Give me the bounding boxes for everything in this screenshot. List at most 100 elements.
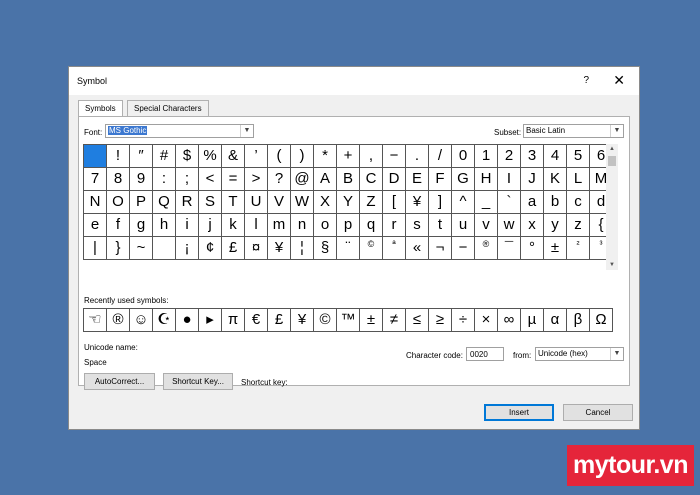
symbol-cell[interactable]: [153, 237, 176, 260]
symbol-cell[interactable]: ¥: [268, 237, 291, 260]
symbol-cell[interactable]: 1: [475, 145, 498, 168]
symbol-cell[interactable]: °: [521, 237, 544, 260]
symbol-cell[interactable]: ¦: [291, 237, 314, 260]
symbol-cell[interactable]: 0: [452, 145, 475, 168]
recent-symbol-cell[interactable]: £: [268, 309, 291, 332]
help-button[interactable]: ?: [583, 75, 589, 86]
recent-symbol-cell[interactable]: ™: [337, 309, 360, 332]
symbol-cell[interactable]: P: [130, 191, 153, 214]
symbol-cell[interactable]: O: [107, 191, 130, 214]
symbol-cell[interactable]: f: [107, 214, 130, 237]
symbol-cell[interactable]: k: [222, 214, 245, 237]
symbol-cell[interactable]: s: [406, 214, 429, 237]
symbol-cell[interactable]: 4: [544, 145, 567, 168]
symbol-cell[interactable]: 3: [521, 145, 544, 168]
symbol-cell[interactable]: :: [153, 168, 176, 191]
recent-symbol-cell[interactable]: ☺: [130, 309, 153, 332]
symbol-cell[interactable]: ©: [360, 237, 383, 260]
recent-symbol-cell[interactable]: π: [222, 309, 245, 332]
symbol-cell[interactable]: ″: [130, 145, 153, 168]
symbol-cell[interactable]: ,: [360, 145, 383, 168]
symbol-cell[interactable]: t: [429, 214, 452, 237]
character-code-input[interactable]: [466, 347, 504, 361]
symbol-cell[interactable]: h: [153, 214, 176, 237]
recent-symbol-cell[interactable]: ≠: [383, 309, 406, 332]
symbol-cell[interactable]: b: [544, 191, 567, 214]
symbol-cell[interactable]: Y: [337, 191, 360, 214]
symbol-cell[interactable]: (: [268, 145, 291, 168]
chevron-down-icon[interactable]: ▼: [240, 125, 253, 137]
recent-symbol-cell[interactable]: ▸: [199, 309, 222, 332]
symbol-cell[interactable]: [84, 145, 107, 168]
symbol-cell[interactable]: ¥: [406, 191, 429, 214]
subset-select[interactable]: Basic Latin ▼: [523, 124, 624, 138]
recent-symbol-cell[interactable]: ¥: [291, 309, 314, 332]
symbol-cell[interactable]: |: [84, 237, 107, 260]
symbol-cell[interactable]: J: [521, 168, 544, 191]
symbol-cell[interactable]: ®: [475, 237, 498, 260]
symbol-cell[interactable]: >: [245, 168, 268, 191]
symbol-cell[interactable]: e: [84, 214, 107, 237]
symbol-cell[interactable]: *: [314, 145, 337, 168]
font-select[interactable]: MS Gothic ▼: [105, 124, 254, 138]
recent-symbol-cell[interactable]: α: [544, 309, 567, 332]
symbol-cell[interactable]: g: [130, 214, 153, 237]
symbol-cell[interactable]: ¬: [429, 237, 452, 260]
symbol-cell[interactable]: j: [199, 214, 222, 237]
symbol-cell[interactable]: q: [360, 214, 383, 237]
symbol-cell[interactable]: S: [199, 191, 222, 214]
symbol-cell[interactable]: ;: [176, 168, 199, 191]
symbol-cell[interactable]: £: [222, 237, 245, 260]
recent-symbol-cell[interactable]: ≥: [429, 309, 452, 332]
symbol-cell[interactable]: 5: [567, 145, 590, 168]
symbol-cell[interactable]: ±: [544, 237, 567, 260]
symbol-cell[interactable]: .: [406, 145, 429, 168]
symbol-cell[interactable]: 8: [107, 168, 130, 191]
recent-symbol-cell[interactable]: ©: [314, 309, 337, 332]
symbol-cell[interactable]: ¢: [199, 237, 222, 260]
symbol-cell[interactable]: R: [176, 191, 199, 214]
symbol-cell[interactable]: 7: [84, 168, 107, 191]
symbol-cell[interactable]: L: [567, 168, 590, 191]
symbol-cell[interactable]: &: [222, 145, 245, 168]
recent-symbol-cell[interactable]: Ω: [590, 309, 613, 332]
symbol-cell[interactable]: F: [429, 168, 452, 191]
symbol-cell[interactable]: −: [383, 145, 406, 168]
scroll-thumb[interactable]: [608, 156, 616, 166]
symbol-cell[interactable]: W: [291, 191, 314, 214]
scroll-up-icon[interactable]: ▲: [606, 144, 618, 154]
symbol-cell[interactable]: ª: [383, 237, 406, 260]
symbol-cell[interactable]: i: [176, 214, 199, 237]
symbol-cell[interactable]: a: [521, 191, 544, 214]
symbol-cell[interactable]: %: [199, 145, 222, 168]
recent-symbol-cell[interactable]: €: [245, 309, 268, 332]
symbol-cell[interactable]: !: [107, 145, 130, 168]
symbol-cell[interactable]: x: [521, 214, 544, 237]
symbol-cell[interactable]: A: [314, 168, 337, 191]
symbol-cell[interactable]: }: [107, 237, 130, 260]
symbol-cell[interactable]: N: [84, 191, 107, 214]
symbol-cell[interactable]: K: [544, 168, 567, 191]
symbol-cell[interactable]: `: [498, 191, 521, 214]
recent-symbol-cell[interactable]: ☪: [153, 309, 176, 332]
symbol-cell[interactable]: ¨: [337, 237, 360, 260]
close-button[interactable]: ✕: [613, 72, 625, 89]
cancel-button[interactable]: Cancel: [563, 404, 633, 421]
symbol-cell[interactable]: 9: [130, 168, 153, 191]
symbol-cell[interactable]: w: [498, 214, 521, 237]
symbol-cell[interactable]: ¤: [245, 237, 268, 260]
symbol-cell[interactable]: G: [452, 168, 475, 191]
chevron-down-icon[interactable]: ▼: [610, 125, 623, 137]
recent-symbol-cell[interactable]: ≤: [406, 309, 429, 332]
recent-symbol-cell[interactable]: ●: [176, 309, 199, 332]
symbol-cell[interactable]: T: [222, 191, 245, 214]
symbol-cell[interactable]: H: [475, 168, 498, 191]
symbol-cell[interactable]: D: [383, 168, 406, 191]
chevron-down-icon[interactable]: ▼: [610, 348, 623, 360]
symbol-cell[interactable]: ]: [429, 191, 452, 214]
symbol-cell[interactable]: +: [337, 145, 360, 168]
symbol-cell[interactable]: ’: [245, 145, 268, 168]
recent-symbol-cell[interactable]: β: [567, 309, 590, 332]
from-select[interactable]: Unicode (hex) ▼: [535, 347, 624, 361]
symbol-cell[interactable]: V: [268, 191, 291, 214]
